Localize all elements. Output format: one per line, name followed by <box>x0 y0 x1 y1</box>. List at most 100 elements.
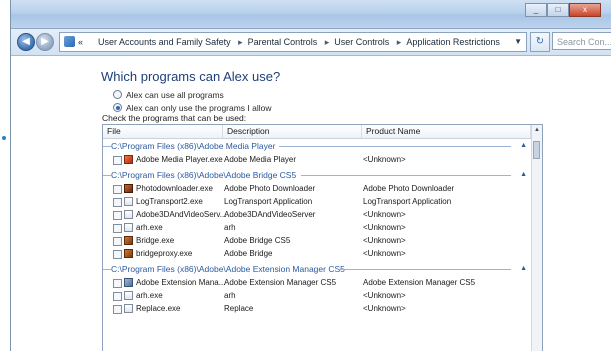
radio-label: Alex can use all programs <box>126 90 224 100</box>
file-name: Photodownloader.exe <box>136 184 213 193</box>
address-dropdown-icon[interactable]: ▼ <box>514 33 522 51</box>
executable-icon <box>124 291 133 300</box>
table-row[interactable]: bridgeproxy.exe Adobe Bridge <Unknown> <box>103 248 531 260</box>
file-name: arh.exe <box>136 223 163 232</box>
product-name: <Unknown> <box>363 223 406 232</box>
file-name: Adobe Media Player.exe <box>136 155 223 164</box>
breadcrumb-item[interactable]: Parental Controls <box>248 37 318 47</box>
programs-table: File Description Product Name C:\Program… <box>102 124 543 351</box>
vertical-scrollbar[interactable]: ▲ <box>531 125 542 351</box>
parental-controls-window: _ □ x ◀ ▶ « User Accounts and Family Saf… <box>10 0 611 351</box>
table-row[interactable]: arh.exe arh <Unknown> <box>103 222 531 234</box>
close-button[interactable]: x <box>569 3 601 17</box>
radio-allowed-programs[interactable]: Alex can only use the programs I allow <box>113 103 272 113</box>
collapse-chevron-icon[interactable]: ▲ <box>520 140 527 152</box>
table-row[interactable]: Replace.exe Replace <Unknown> <box>103 303 531 315</box>
description: Adobe Bridge CS5 <box>224 236 291 245</box>
description: arh <box>224 223 236 232</box>
allow-checkbox[interactable] <box>113 198 122 207</box>
file-name: Adobe Extension Mana... <box>136 278 226 287</box>
table-row[interactable]: arh.exe arh <Unknown> <box>103 290 531 302</box>
description: Adobe Extension Manager CS5 <box>224 278 337 287</box>
radio-label: Alex can only use the programs I allow <box>126 103 272 113</box>
allow-checkbox[interactable] <box>113 224 122 233</box>
collapse-chevron-icon[interactable]: ▲ <box>520 169 527 181</box>
navigation-bar: ◀ ▶ « User Accounts and Family Safety ▸ P… <box>11 29 611 56</box>
executable-icon <box>124 304 133 313</box>
file-name: bridgeproxy.exe <box>136 249 193 258</box>
column-description[interactable]: Description <box>223 125 362 138</box>
product-name: <Unknown> <box>363 249 406 258</box>
group-path: C:\Program Files (x86)\Adobe\Adobe Bridg… <box>111 169 299 181</box>
bridge-icon <box>124 236 133 245</box>
control-panel-icon <box>64 36 75 47</box>
window-controls: _ □ x <box>525 3 601 17</box>
table-row[interactable]: Adobe Extension Mana... Adobe Extension … <box>103 277 531 289</box>
allow-checkbox[interactable] <box>113 237 122 246</box>
group-header[interactable]: C:\Program Files (x86)\Adobe\Adobe Exten… <box>103 263 531 275</box>
scroll-up-icon[interactable]: ▲ <box>532 125 542 135</box>
minimize-button[interactable]: _ <box>525 3 547 17</box>
breadcrumb-item[interactable]: Application Restrictions <box>406 37 500 47</box>
group-header[interactable]: C:\Program Files (x86)\Adobe\Adobe Bridg… <box>103 169 531 181</box>
allow-checkbox[interactable] <box>113 250 122 259</box>
allow-checkbox[interactable] <box>113 305 122 314</box>
main-content: Which programs can Alex use? Alex can us… <box>11 56 611 351</box>
product-name: <Unknown> <box>363 291 406 300</box>
breadcrumb-lead: « <box>78 37 84 47</box>
table-row[interactable]: LogTransport2.exe LogTransport Applicati… <box>103 196 531 208</box>
product-name: <Unknown> <box>363 210 406 219</box>
table-row[interactable]: Adobe3DAndVideoServ... Adobe3DAndVideoSe… <box>103 209 531 221</box>
product-name: Adobe Extension Manager CS5 <box>363 278 476 287</box>
forward-arrow-icon[interactable]: ▶ <box>36 33 54 51</box>
product-name: Adobe Photo Downloader <box>363 184 455 193</box>
file-name: Bridge.exe <box>136 236 175 245</box>
group-header[interactable]: C:\Program Files (x86)\Adobe Media Playe… <box>103 140 531 152</box>
maximize-button[interactable]: □ <box>547 3 569 17</box>
extension-manager-icon <box>124 278 133 287</box>
radio-button-selected[interactable] <box>113 103 122 112</box>
executable-icon <box>124 210 133 219</box>
breadcrumb-item[interactable]: User Accounts and Family Safety <box>98 37 231 47</box>
executable-icon <box>124 223 133 232</box>
allow-checkbox[interactable] <box>113 279 122 288</box>
scroll-thumb[interactable] <box>533 141 540 159</box>
callout-dot <box>2 136 6 140</box>
description: Adobe Photo Downloader <box>224 184 316 193</box>
refresh-icon[interactable]: ↻ <box>530 32 550 52</box>
file-name: arh.exe <box>136 291 163 300</box>
description: Adobe Media Player <box>224 155 297 164</box>
page-title: Which programs can Alex use? <box>101 69 281 84</box>
collapse-chevron-icon[interactable]: ▲ <box>520 263 527 275</box>
search-input[interactable]: Search Con... <box>552 32 611 50</box>
file-name: Adobe3DAndVideoServ... <box>136 210 227 219</box>
allow-checkbox[interactable] <box>113 211 122 220</box>
allow-checkbox[interactable] <box>113 185 122 194</box>
product-name: <Unknown> <box>363 155 406 164</box>
table-row[interactable]: Bridge.exe Adobe Bridge CS5 <Unknown> <box>103 235 531 247</box>
table-row[interactable]: Photodownloader.exe Adobe Photo Download… <box>103 183 531 195</box>
column-file[interactable]: File <box>103 125 223 138</box>
photo-downloader-icon <box>124 184 133 193</box>
table-header: File Description Product Name <box>103 125 542 139</box>
radio-button[interactable] <box>113 90 122 99</box>
title-bar: _ □ x <box>11 0 611 29</box>
group-path: C:\Program Files (x86)\Adobe Media Playe… <box>111 140 278 152</box>
column-product-name[interactable]: Product Name <box>362 125 531 138</box>
back-arrow-icon[interactable]: ◀ <box>17 33 35 51</box>
product-name: LogTransport Application <box>363 197 452 206</box>
radio-all-programs[interactable]: Alex can use all programs <box>113 90 224 100</box>
check-programs-label: Check the programs that can be used: <box>102 113 247 123</box>
file-name: Replace.exe <box>136 304 181 313</box>
allow-checkbox[interactable] <box>113 292 122 301</box>
product-name: <Unknown> <box>363 304 406 313</box>
executable-icon <box>124 197 133 206</box>
description: Adobe Bridge <box>224 249 273 258</box>
table-row[interactable]: Adobe Media Player.exe Adobe Media Playe… <box>103 154 531 166</box>
file-name: LogTransport2.exe <box>136 197 203 206</box>
group-path: C:\Program Files (x86)\Adobe\Adobe Exten… <box>111 263 347 275</box>
address-bar[interactable]: « User Accounts and Family Safety ▸ Paren… <box>59 32 527 52</box>
allow-checkbox[interactable] <box>113 156 122 165</box>
product-name: <Unknown> <box>363 236 406 245</box>
breadcrumb-item[interactable]: User Controls <box>334 37 389 47</box>
